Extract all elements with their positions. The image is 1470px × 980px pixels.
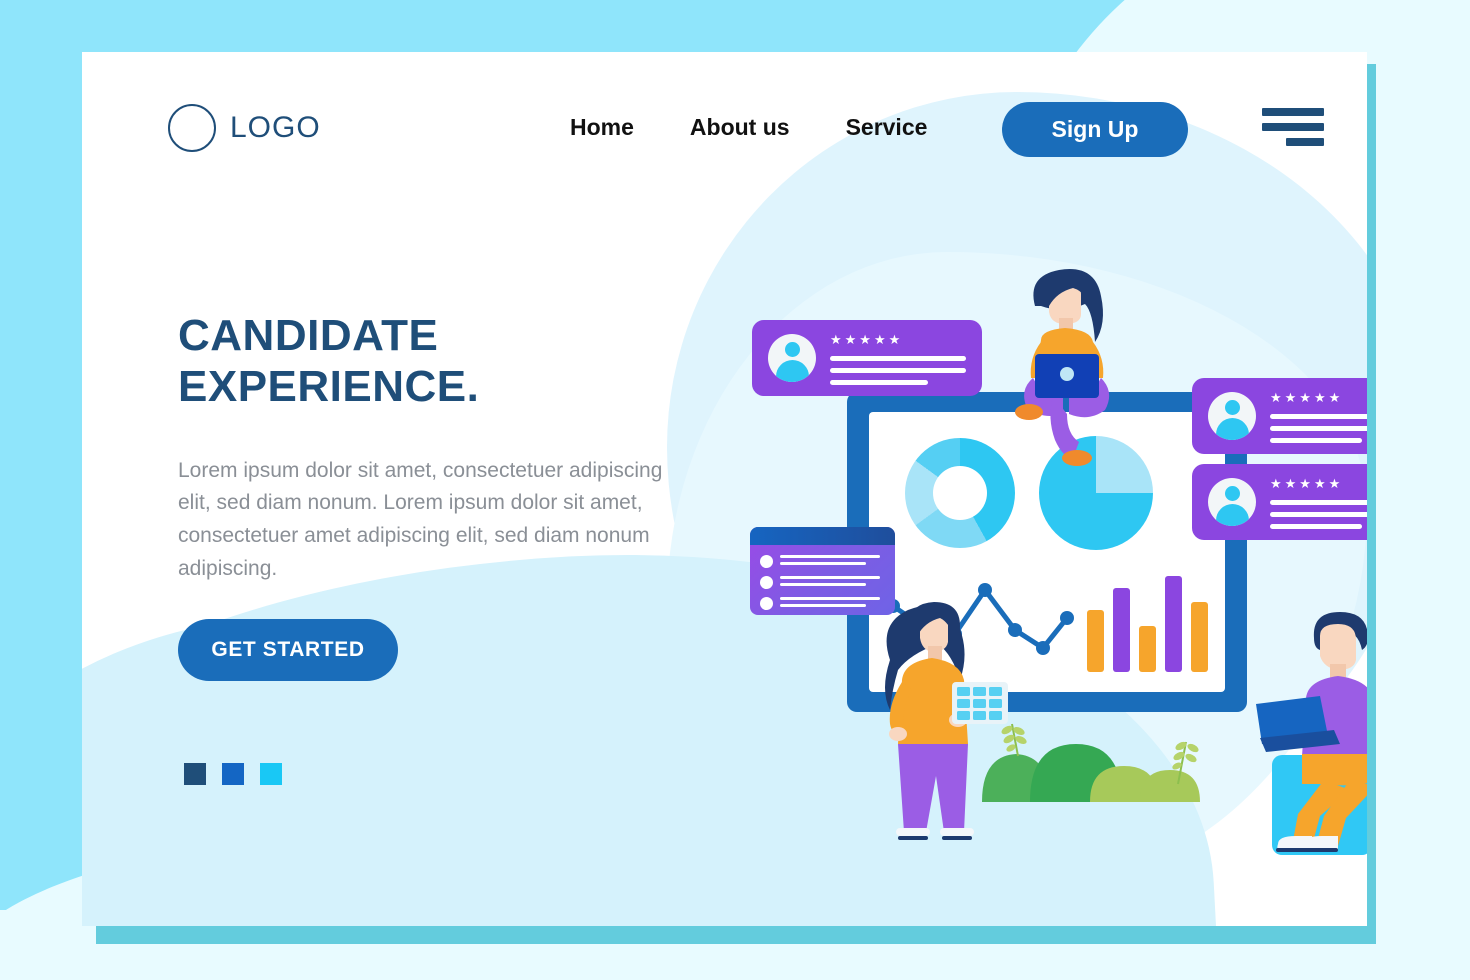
testimonial-card-right-lower[interactable]: ★★★★★: [1192, 464, 1367, 540]
logo[interactable]: LOGO: [168, 104, 321, 152]
text-line: [780, 562, 866, 565]
bar-1: [1087, 610, 1104, 672]
hero-paragraph: Lorem ipsum dolor sit amet, consectetuer…: [178, 458, 663, 580]
text-line: [1270, 414, 1367, 419]
list-card-header: [750, 527, 895, 545]
text-line: [1270, 512, 1367, 517]
nav-item-service[interactable]: Service: [818, 114, 956, 141]
logo-text: LOGO: [230, 111, 321, 144]
page-title: CANDIDATE EXPERIENCE.: [178, 310, 678, 413]
hamburger-menu-icon[interactable]: [1262, 108, 1324, 152]
circle-outline-icon: [168, 104, 216, 152]
text-line: [1270, 426, 1367, 431]
testimonial-card-top-left[interactable]: ★★★★★: [752, 320, 982, 396]
bar-chart: [1087, 552, 1217, 672]
hero-illustration: ★★★★★ ★★★★★ ★★★★★: [642, 202, 1367, 902]
bullet-icon: [760, 576, 773, 589]
indicator-3[interactable]: [260, 763, 282, 785]
avatar: [1208, 392, 1256, 440]
bar-3: [1139, 626, 1156, 672]
carousel-indicators: [184, 763, 282, 785]
text-line: [780, 576, 880, 579]
nav-item-home[interactable]: Home: [542, 114, 662, 141]
avatar: [768, 334, 816, 382]
title-dot: .: [466, 362, 480, 412]
text-line: [1270, 438, 1362, 443]
main-navigation: Home About us Service: [542, 114, 955, 141]
landing-page-card: LOGO Home About us Service Sign Up CANDI…: [82, 52, 1367, 926]
star-rating-icon: ★★★★★: [1270, 476, 1344, 491]
sign-up-button[interactable]: Sign Up: [1002, 102, 1188, 157]
person-woman-sitting-laptop: [1015, 269, 1110, 466]
bullet-icon: [760, 555, 773, 568]
bar-4: [1165, 576, 1182, 672]
page-root: LOGO Home About us Service Sign Up CANDI…: [0, 0, 1470, 980]
donut-chart-hole: [933, 466, 987, 520]
hero-text-block: CANDIDATE EXPERIENCE. Lorem ipsum dolor …: [178, 310, 678, 585]
bullet-icon: [760, 597, 773, 610]
indicator-1[interactable]: [184, 763, 206, 785]
text-line: [1270, 524, 1362, 529]
person-woman-standing-tablet: [885, 602, 1008, 840]
person-man-sitting-cube: [1256, 612, 1367, 852]
text-line: [830, 380, 928, 385]
star-rating-icon: ★★★★★: [1270, 390, 1344, 405]
text-line: [780, 583, 866, 586]
text-line: [830, 368, 966, 373]
indicator-2[interactable]: [222, 763, 244, 785]
get-started-button[interactable]: GET STARTED: [178, 619, 398, 681]
text-line: [1270, 500, 1367, 505]
page-title-line-1: CANDIDATE: [178, 311, 439, 360]
text-line: [780, 597, 880, 600]
bar-5: [1191, 602, 1208, 672]
text-line: [780, 555, 880, 558]
nav-item-about-us[interactable]: About us: [662, 114, 818, 141]
star-rating-icon: ★★★★★: [830, 332, 904, 347]
page-title-line-2: EXPERIENCE: [178, 362, 467, 412]
bar-2: [1113, 588, 1130, 672]
text-line: [830, 356, 966, 361]
text-line: [780, 604, 866, 607]
site-header: LOGO Home About us Service Sign Up: [82, 52, 1367, 212]
testimonial-card-right-upper[interactable]: ★★★★★: [1192, 378, 1367, 454]
scenery-bushes: [982, 723, 1200, 802]
avatar: [1208, 478, 1256, 526]
